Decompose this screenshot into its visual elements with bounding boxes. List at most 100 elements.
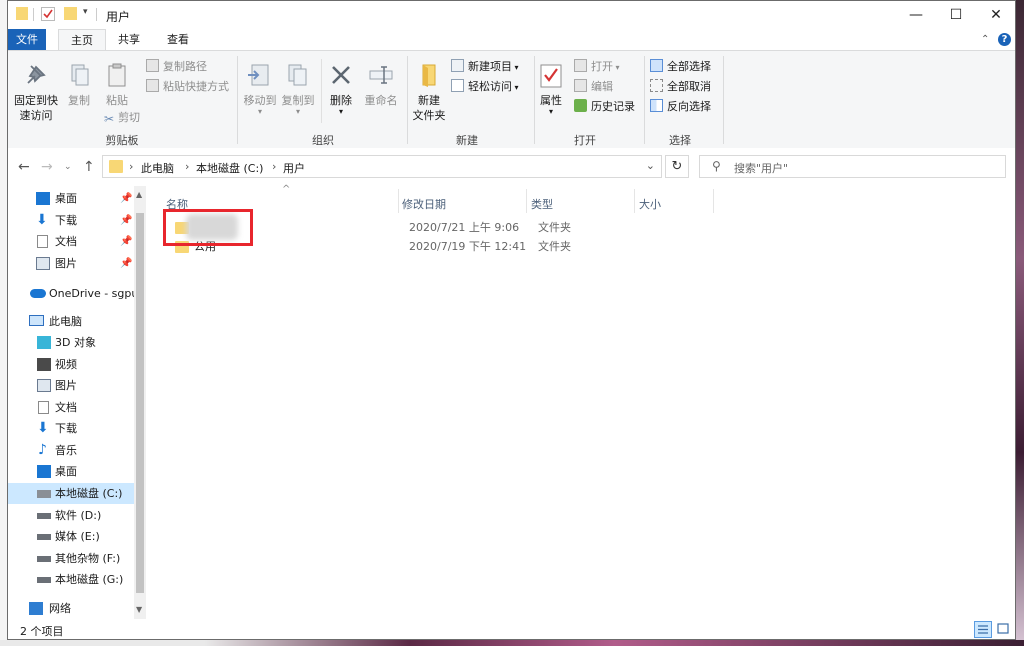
breadcrumb-separator-icon[interactable]: › xyxy=(185,160,189,173)
breadcrumb-separator-icon[interactable]: › xyxy=(129,160,133,173)
paste-button[interactable]: 粘贴 xyxy=(100,61,134,108)
sort-ascending-icon: ^ xyxy=(282,184,291,195)
breadcrumb-this-pc[interactable]: 此电脑 xyxy=(141,160,174,176)
pin-icon[interactable]: 📌 xyxy=(120,253,132,274)
rename-icon xyxy=(367,61,395,89)
invert-selection-button[interactable]: 反向选择 xyxy=(650,98,711,116)
drive-icon xyxy=(37,577,51,583)
easy-access-button[interactable]: 轻松访问 ▾ xyxy=(451,78,519,96)
copy-path-button[interactable]: 复制路径 xyxy=(146,58,207,76)
paste-shortcut-button[interactable]: 粘贴快捷方式 xyxy=(146,78,229,96)
dropdown-icon: ▾ xyxy=(257,107,262,116)
properties-quick-icon[interactable] xyxy=(41,7,55,21)
sidebar-item-label: 文档 xyxy=(55,235,77,248)
pin-icon[interactable]: 📌 xyxy=(120,231,132,252)
new-folder-quick-icon[interactable] xyxy=(64,7,77,20)
music-note-icon: ♪ xyxy=(38,442,47,458)
close-button[interactable]: ✕ xyxy=(973,1,1015,29)
rename-button[interactable]: 重命名 xyxy=(361,61,401,108)
select-none-icon xyxy=(650,79,663,92)
breadcrumb-local-disk[interactable]: 本地磁盘 (C:) xyxy=(196,160,263,176)
sidebar-item-desktop[interactable]: 桌面 📌 xyxy=(8,188,146,209)
sidebar-item-pictures-pc[interactable]: 图片 xyxy=(8,375,146,396)
sidebar-scrollbar-thumb[interactable] xyxy=(136,213,144,593)
cut-button[interactable]: ✂ 剪切 xyxy=(104,109,140,127)
sidebar-item-label: 软件 (D:) xyxy=(55,509,102,522)
tab-share[interactable]: 共享 xyxy=(109,29,149,50)
sidebar-item-label: 媒体 (E:) xyxy=(55,530,100,543)
help-icon[interactable]: ? xyxy=(998,33,1011,46)
sidebar-item-network[interactable]: 网络 xyxy=(8,598,146,619)
history-button[interactable]: 历史记录 xyxy=(574,98,635,116)
copy-button[interactable]: 复制 xyxy=(62,61,96,108)
divider[interactable] xyxy=(634,189,635,213)
back-arrow-icon[interactable]: ← xyxy=(18,159,30,175)
collapse-ribbon-icon[interactable]: ⌃ xyxy=(981,34,989,45)
sidebar-item-drive-g[interactable]: 本地磁盘 (G:) xyxy=(8,569,146,590)
easy-access-label: 轻松访问 xyxy=(468,80,512,93)
divider xyxy=(534,56,535,144)
new-folder-button[interactable]: 新建 文件夹 xyxy=(411,61,447,123)
sidebar-item-drive-e[interactable]: 媒体 (E:) xyxy=(8,526,146,547)
file-list: ^ 名称 修改日期 类型 大小 2020/7/21 上午 9:06 文件夹 公用… xyxy=(148,184,1015,619)
large-icons-view-button[interactable] xyxy=(995,621,1013,638)
new-item-button[interactable]: 新建项目 ▾ xyxy=(451,58,519,76)
divider[interactable] xyxy=(398,189,399,213)
table-row[interactable]: 公用 2020/7/19 下午 12:41 文件夹 xyxy=(166,237,1011,257)
sidebar-item-pictures[interactable]: 图片 📌 xyxy=(8,253,146,274)
sidebar-item-onedrive[interactable]: OneDrive - sgpu xyxy=(8,283,146,304)
sidebar-item-this-pc[interactable]: 此电脑 xyxy=(8,311,146,332)
forward-arrow-icon[interactable]: → xyxy=(41,159,53,175)
column-header-type[interactable]: 类型 xyxy=(531,196,553,212)
recent-locations-icon[interactable]: ⌄ xyxy=(64,162,72,172)
dropdown-icon: ▾ xyxy=(512,63,519,72)
chevron-down-icon[interactable]: ⌄ xyxy=(646,159,655,172)
scroll-up-icon[interactable]: ▲ xyxy=(136,190,142,199)
pin-quick-access-button[interactable]: 固定到快 速访问 xyxy=(14,61,58,123)
paste-shortcut-label: 粘贴快捷方式 xyxy=(163,80,229,93)
sidebar-item-label: 图片 xyxy=(55,379,77,392)
sidebar-item-desktop-pc[interactable]: 桌面 xyxy=(8,461,146,482)
customize-quick-access-icon[interactable]: ▾ xyxy=(83,7,88,17)
move-to-button[interactable]: 移动到 ▾ xyxy=(243,61,277,116)
pin-icon[interactable]: 📌 xyxy=(120,188,132,209)
divider xyxy=(321,59,322,123)
select-none-button[interactable]: 全部取消 xyxy=(650,78,711,96)
scroll-down-icon[interactable]: ▼ xyxy=(136,605,142,614)
refresh-button[interactable]: ↻ xyxy=(665,155,689,178)
details-view-button[interactable] xyxy=(974,621,992,638)
sidebar-item-downloads-pc[interactable]: ⬇ 下载 xyxy=(8,418,146,439)
select-group-label: 选择 xyxy=(669,134,691,147)
divider[interactable] xyxy=(526,189,527,213)
edit-button[interactable]: 编辑 xyxy=(574,78,613,96)
search-box[interactable]: ⚲ 搜索"用户" xyxy=(699,155,1006,178)
column-header-modified[interactable]: 修改日期 xyxy=(402,196,446,212)
sidebar-item-videos[interactable]: 视频 xyxy=(8,354,146,375)
table-row[interactable]: 2020/7/21 上午 9:06 文件夹 xyxy=(166,218,1011,238)
sidebar-item-documents-pc[interactable]: 文档 xyxy=(8,397,146,418)
open-button[interactable]: 打开 ▾ xyxy=(574,58,620,76)
properties-button[interactable]: 属性 ▾ xyxy=(537,61,565,116)
delete-button[interactable]: 删除 ▾ xyxy=(327,61,355,116)
address-bar[interactable]: › 此电脑 › 本地磁盘 (C:) › 用户 ⌄ xyxy=(102,155,662,178)
copy-to-button[interactable]: 复制到 ▾ xyxy=(281,61,315,116)
divider[interactable] xyxy=(713,189,714,213)
sidebar-item-documents[interactable]: 文档 📌 xyxy=(8,231,146,252)
highlight-box xyxy=(163,209,253,246)
sidebar-item-drive-d[interactable]: 软件 (D:) xyxy=(8,505,146,526)
sidebar-item-drive-f[interactable]: 其他杂物 (F:) xyxy=(8,548,146,569)
sidebar-item-3d-objects[interactable]: 3D 对象 xyxy=(8,332,146,353)
up-arrow-icon[interactable]: ↑ xyxy=(83,159,95,175)
column-header-size[interactable]: 大小 xyxy=(639,196,661,212)
pin-icon[interactable]: 📌 xyxy=(120,210,132,231)
sidebar-item-downloads[interactable]: ⬇ 下载 📌 xyxy=(8,210,146,231)
tab-view[interactable]: 查看 xyxy=(158,29,198,50)
sidebar-item-local-disk-c[interactable]: 本地磁盘 (C:) xyxy=(8,483,134,504)
breadcrumb-separator-icon[interactable]: › xyxy=(272,160,276,173)
sidebar-item-label: 3D 对象 xyxy=(55,336,96,349)
select-all-button[interactable]: 全部选择 xyxy=(650,58,711,76)
sidebar-item-music[interactable]: ♪ 音乐 xyxy=(8,440,146,461)
tab-home[interactable]: 主页 xyxy=(58,29,106,51)
breadcrumb-users[interactable]: 用户 xyxy=(283,160,305,176)
tab-file[interactable]: 文件 xyxy=(8,29,46,50)
